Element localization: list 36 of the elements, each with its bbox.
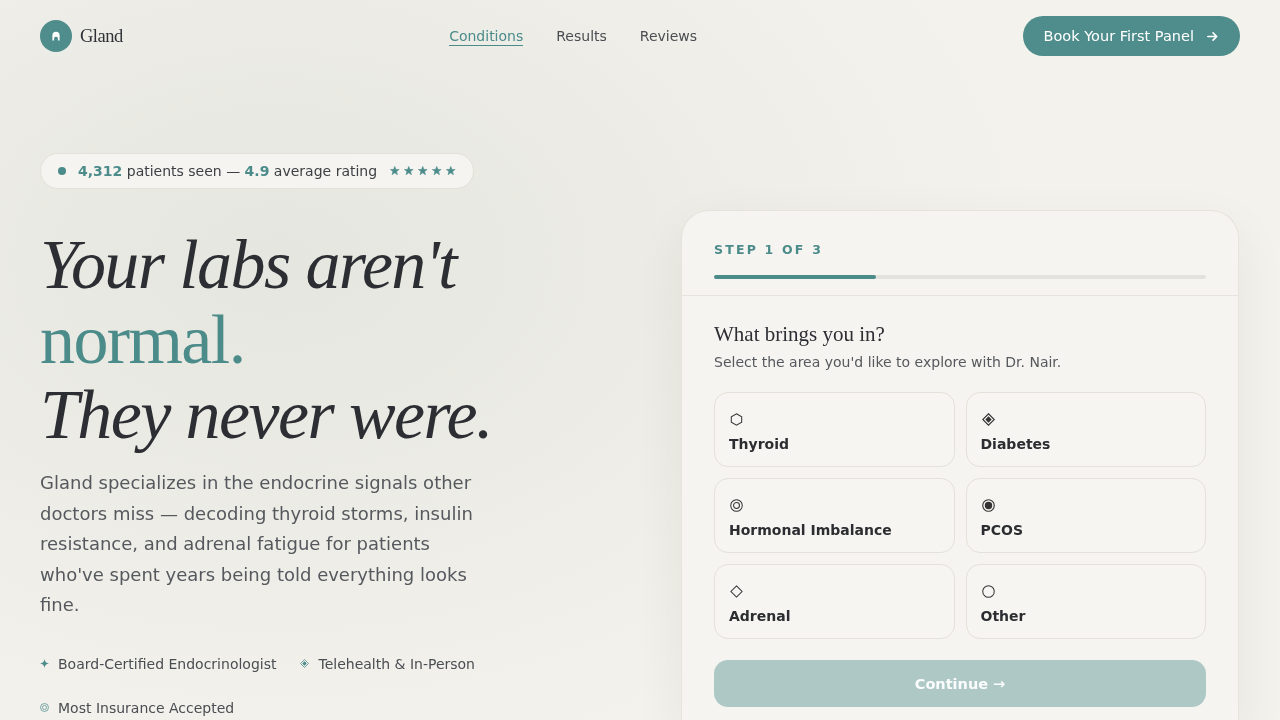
condition-option[interactable]: Diabetes	[965, 392, 1206, 467]
target-icon	[40, 703, 49, 712]
hexagon-icon	[730, 413, 743, 426]
condition-option[interactable]: Other	[965, 564, 1206, 639]
hero-headline: Your labs aren't normal. They never were.	[40, 227, 493, 452]
hero-description: Gland specializes in the endocrine signals other doctors miss — decoding thyroid storms, insulin resistance, and adrenal fatigue for patients who've spent years being told everything looks fine.	[40, 471, 474, 617]
nav-link[interactable]: Results	[556, 26, 607, 46]
sparkle-icon	[40, 659, 49, 668]
condition-option[interactable]: Adrenal	[714, 564, 955, 639]
diamond-dot-icon	[300, 659, 310, 668]
star-icon	[418, 166, 428, 176]
question-title: What brings you in?	[714, 321, 886, 347]
question-hint: Select the area you'd like to explore with Dr. Nair.	[714, 353, 1063, 372]
step-label: STEP 1 OF 3	[714, 242, 825, 258]
star-icon	[390, 166, 400, 176]
book-panel-button[interactable]: Book Your First Panel	[1023, 16, 1240, 56]
condition-option[interactable]: Hormonal Imbalance	[714, 478, 955, 553]
condition-option[interactable]: Thyroid	[714, 392, 955, 467]
dot-circle-icon	[981, 499, 995, 512]
nav-link[interactable]: Reviews	[639, 26, 698, 46]
feature-label: Telehealth & In-Person	[318, 655, 475, 672]
star-icon	[446, 166, 456, 176]
diamond-dot-icon	[981, 413, 995, 426]
brand-name: Gland	[80, 25, 123, 47]
star-icon	[404, 166, 414, 176]
target-icon	[730, 499, 743, 512]
star-icon	[432, 166, 442, 176]
logo-icon	[40, 20, 72, 52]
arrow-right-icon	[1207, 30, 1218, 42]
diamond-icon	[730, 585, 743, 598]
circle-icon	[981, 585, 995, 598]
feature-label: Most Insurance Accepted	[58, 699, 235, 716]
feature-label: Board-Certified Endocrinologist	[58, 655, 277, 672]
dot-icon	[58, 167, 66, 175]
condition-option[interactable]: PCOS	[965, 478, 1206, 553]
rating-text: 4,312 patients seen — 4.9 average rating	[78, 163, 378, 179]
